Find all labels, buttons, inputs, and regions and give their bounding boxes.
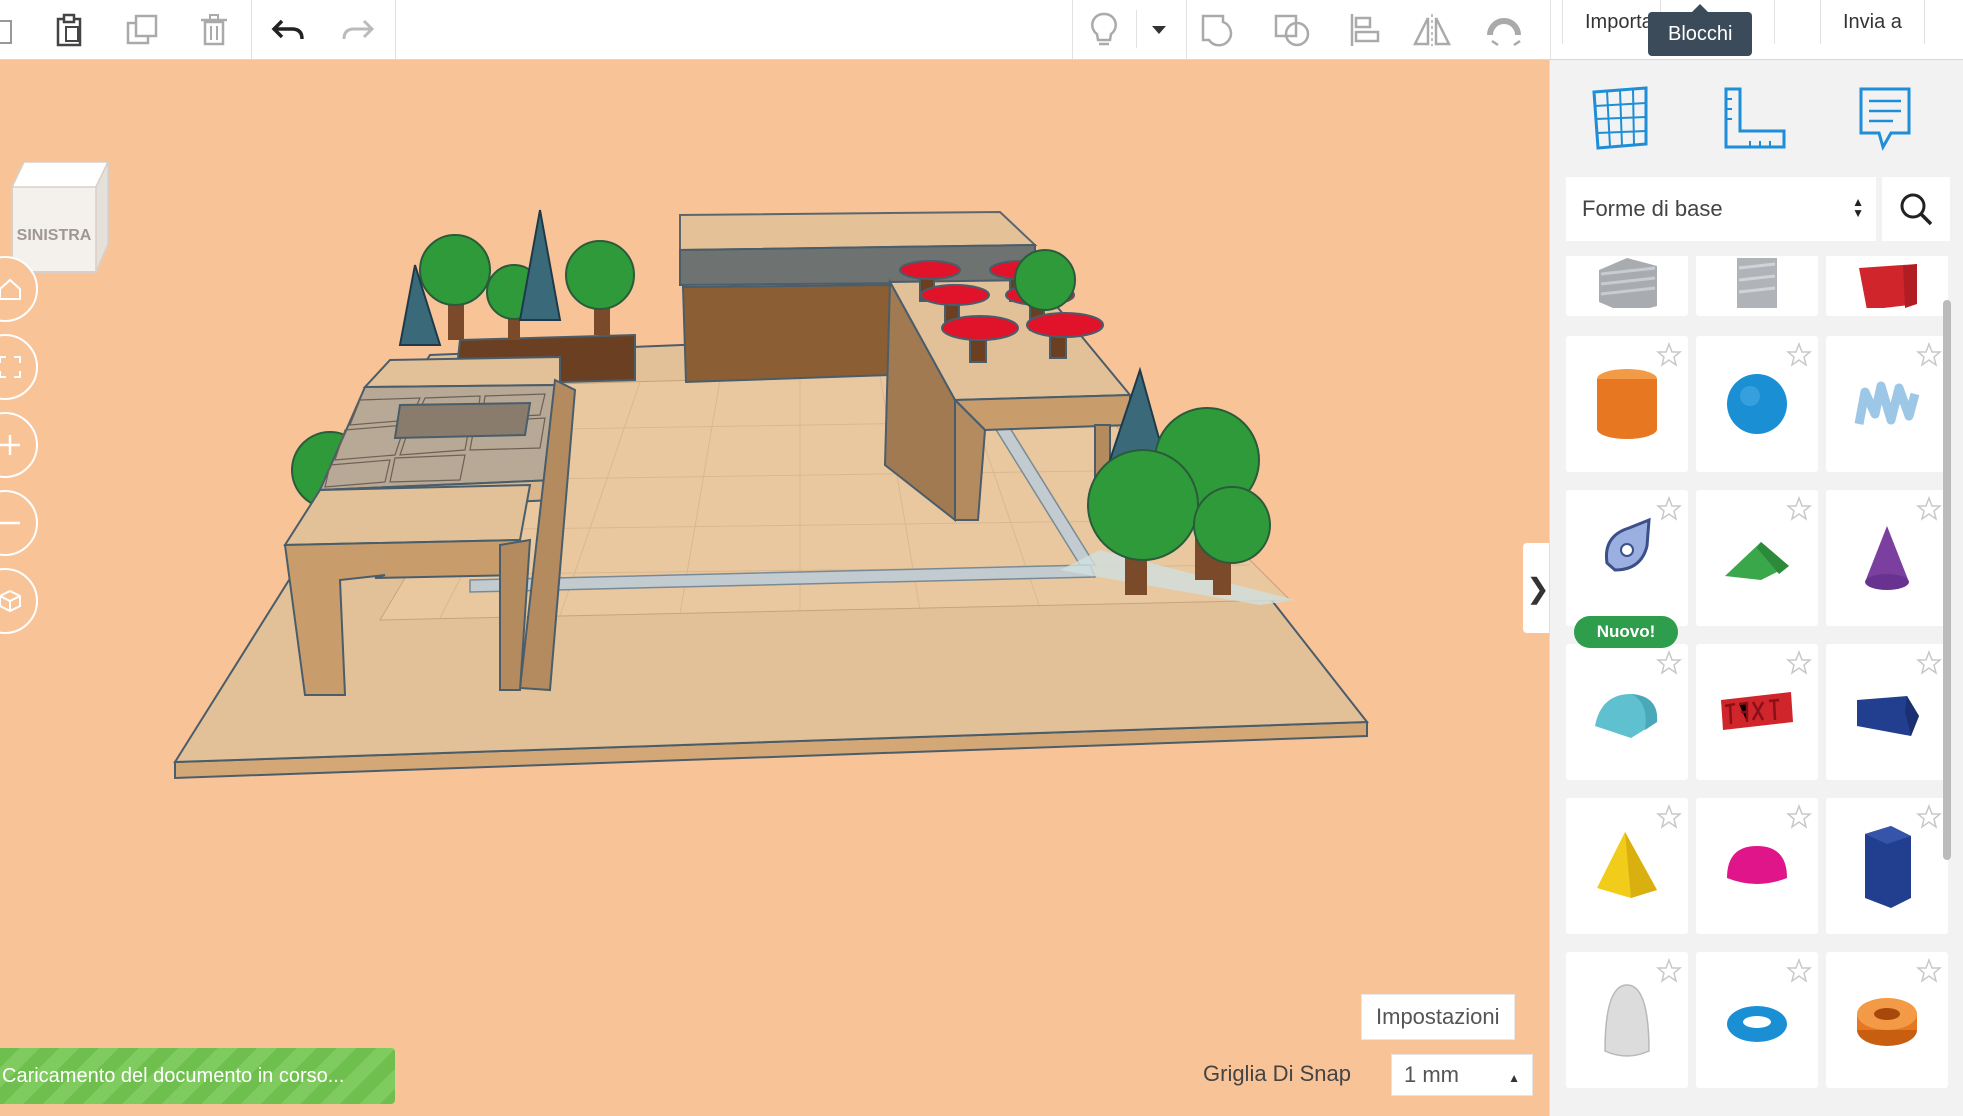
shape-scribble[interactable] (1826, 336, 1948, 472)
paste-icon[interactable] (47, 8, 91, 52)
settings-button[interactable]: Impostazioni (1361, 994, 1515, 1040)
workplane[interactable]: SINISTRA Impostazioni Griglia Di Snap 1 … (0, 60, 1549, 1116)
snap-grid-label: Griglia Di Snap (1203, 1061, 1351, 1086)
shapes-grid (1550, 256, 1950, 1116)
magnet-icon[interactable] (1482, 8, 1526, 52)
blocks-tooltip: Blocchi (1648, 4, 1753, 56)
star-icon[interactable] (1655, 803, 1683, 835)
star-icon[interactable] (1785, 803, 1813, 835)
shape-roof[interactable] (1696, 490, 1818, 626)
shape-wedge[interactable] (1826, 644, 1948, 780)
panel-scrollbar[interactable] (1943, 300, 1951, 860)
notes-icon (1859, 87, 1911, 151)
star-icon[interactable] (1915, 957, 1943, 989)
tab-ruler[interactable] (1715, 78, 1795, 158)
plus-icon (0, 435, 20, 455)
star-icon[interactable] (1915, 803, 1943, 835)
star-icon[interactable] (1785, 495, 1813, 527)
shape-generator[interactable] (1566, 490, 1688, 626)
shapes-panel: Forme di base ▲ ▼ (1549, 60, 1963, 1116)
shape-half-sphere[interactable] (1696, 798, 1818, 934)
duplicate-icon[interactable] (120, 8, 164, 52)
caret-up-icon: ▲ (1508, 1071, 1520, 1085)
shape-cylinder-hole[interactable] (1696, 256, 1818, 316)
mirror-icon[interactable] (1410, 8, 1454, 52)
loading-bar: Caricamento del documento in corso... (0, 1048, 395, 1104)
undo-icon[interactable] (266, 8, 310, 52)
star-icon[interactable] (1915, 649, 1943, 681)
shape-text[interactable] (1696, 644, 1818, 780)
group-icon[interactable] (1196, 8, 1240, 52)
fit-view-icon (0, 356, 21, 378)
new-badge: Nuovo! (1574, 616, 1678, 648)
shape-round-roof[interactable] (1566, 644, 1688, 780)
snap-grid-select[interactable]: 1 mm ▲ (1391, 1054, 1533, 1096)
search-button[interactable] (1882, 177, 1950, 241)
ungroup-icon[interactable] (1270, 8, 1314, 52)
shape-library-select[interactable]: Forme di base ▲ ▼ (1566, 177, 1876, 241)
cut-icon[interactable] (0, 8, 26, 52)
star-icon[interactable] (1785, 649, 1813, 681)
align-icon[interactable] (1342, 8, 1386, 52)
star-icon[interactable] (1655, 341, 1683, 373)
search-icon (1900, 193, 1933, 226)
shape-library-value: Forme di base (1582, 196, 1723, 221)
shape-box[interactable] (1826, 256, 1948, 316)
shape-cone[interactable] (1826, 490, 1948, 626)
shape-polygon[interactable] (1826, 798, 1948, 934)
tab-workplane[interactable] (1580, 78, 1660, 158)
shape-box-hole[interactable] (1566, 256, 1688, 316)
star-icon[interactable] (1655, 649, 1683, 681)
delete-icon[interactable] (192, 8, 236, 52)
star-icon[interactable] (1915, 495, 1943, 527)
shape-paraboloid[interactable] (1566, 952, 1688, 1088)
tab-notes[interactable] (1845, 78, 1925, 158)
view-cube-label: SINISTRA (17, 227, 92, 244)
collapse-panel-button[interactable]: ❯ (1523, 543, 1549, 633)
sort-arrows-icon: ▲ ▼ (1852, 195, 1864, 220)
shape-cylinder[interactable] (1566, 336, 1688, 472)
cube-icon (0, 589, 21, 613)
snap-grid-value: 1 mm (1404, 1062, 1459, 1087)
star-icon[interactable] (1655, 495, 1683, 527)
shape-sphere[interactable] (1696, 336, 1818, 472)
star-icon[interactable] (1785, 341, 1813, 373)
3d-scene[interactable] (0, 60, 1549, 1116)
grid-icon (1592, 86, 1648, 150)
send-to-button[interactable]: Invia a (1820, 0, 1925, 44)
shape-pyramid[interactable] (1566, 798, 1688, 934)
ruler-icon (1724, 87, 1786, 149)
chevron-down-icon[interactable] (1137, 8, 1181, 52)
home-icon (0, 278, 21, 300)
lightbulb-icon[interactable] (1082, 8, 1126, 52)
minus-icon (0, 521, 20, 525)
shape-torus[interactable] (1696, 952, 1818, 1088)
chevron-right-icon: ❯ (1526, 572, 1549, 604)
redo-icon[interactable] (336, 8, 380, 52)
star-icon[interactable] (1655, 957, 1683, 989)
star-icon[interactable] (1785, 957, 1813, 989)
shape-tube[interactable] (1826, 952, 1948, 1088)
star-icon[interactable] (1915, 341, 1943, 373)
